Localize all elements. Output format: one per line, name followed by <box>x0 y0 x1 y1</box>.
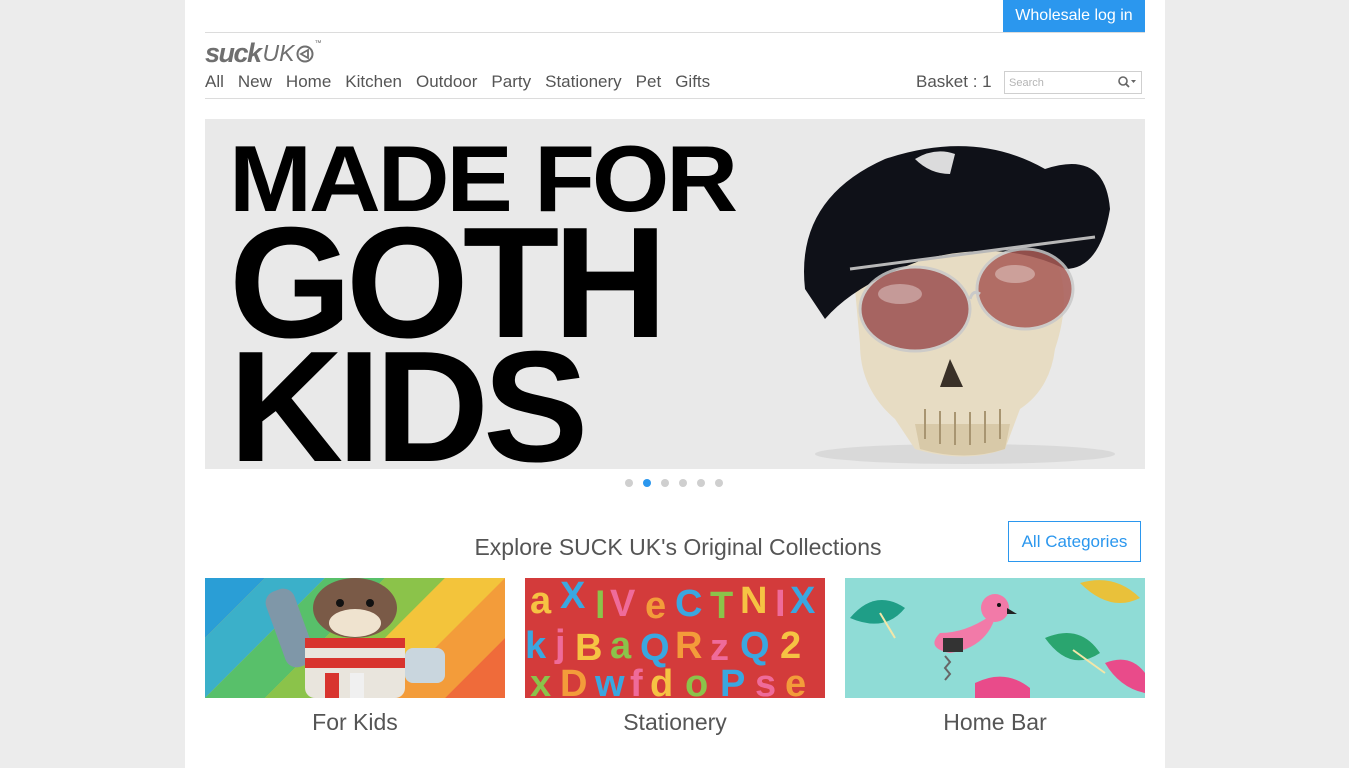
svg-text:2: 2 <box>780 625 801 667</box>
svg-text:V: V <box>610 583 636 625</box>
tile-label: For Kids <box>312 709 398 735</box>
svg-text:N: N <box>740 580 767 622</box>
search-box <box>1004 71 1142 94</box>
header-divider <box>205 32 1145 33</box>
nav-item-outdoor[interactable]: Outdoor <box>416 71 477 93</box>
nav-item-kitchen[interactable]: Kitchen <box>345 71 402 93</box>
carousel-dot-2[interactable] <box>643 479 651 487</box>
home-bar-image <box>845 578 1145 698</box>
carousel-dot-3[interactable] <box>661 479 669 487</box>
svg-text:f: f <box>630 663 643 698</box>
search-input[interactable] <box>1005 72 1123 93</box>
svg-text:a: a <box>610 625 632 667</box>
svg-text:Q: Q <box>740 625 770 667</box>
svg-text:e: e <box>645 585 666 627</box>
logo-suffix: UK <box>262 40 295 66</box>
svg-text:d: d <box>650 663 673 698</box>
nav-item-party[interactable]: Party <box>491 71 531 93</box>
svg-text:l: l <box>595 585 606 627</box>
svg-text:s: s <box>755 663 776 698</box>
svg-text:P: P <box>720 663 745 698</box>
nav-divider <box>205 98 1145 99</box>
svg-text:X: X <box>790 580 816 622</box>
nav-item-new[interactable]: New <box>238 71 272 93</box>
carousel-dots <box>625 479 733 487</box>
nav-item-all[interactable]: All <box>205 71 224 93</box>
collection-tile-for-kids[interactable]: For Kids <box>205 578 505 736</box>
logo-text: suck <box>205 38 262 68</box>
nav-item-gifts[interactable]: Gifts <box>675 71 710 93</box>
collection-tile-home-bar[interactable]: Home Bar <box>845 578 1145 736</box>
page-container: Wholesale log in suck UK ™ All New Home … <box>185 0 1165 768</box>
svg-text:o: o <box>685 663 708 698</box>
carousel-dot-6[interactable] <box>715 479 723 487</box>
site-logo[interactable]: suck UK ™ <box>205 38 322 68</box>
carousel-dot-4[interactable] <box>679 479 687 487</box>
carousel-dot-5[interactable] <box>697 479 705 487</box>
svg-text:I: I <box>775 583 786 625</box>
svg-text:D: D <box>560 663 587 698</box>
svg-text:a: a <box>530 580 552 622</box>
hero-line-1: MADE FOR <box>229 126 738 231</box>
wholesale-login-button[interactable]: Wholesale log in <box>1003 0 1145 32</box>
carousel-dot-1[interactable] <box>625 479 633 487</box>
svg-text:e: e <box>785 663 806 698</box>
svg-text:R: R <box>675 625 702 667</box>
basket-link[interactable]: Basket : 1 <box>916 71 992 93</box>
nav-item-pet[interactable]: Pet <box>636 71 662 93</box>
nav-item-stationery[interactable]: Stationery <box>545 71 622 93</box>
nav-item-home[interactable]: Home <box>286 71 331 93</box>
svg-text:k: k <box>525 625 547 667</box>
tile-label: Stationery <box>623 709 727 735</box>
logo-trademark: ™ <box>314 40 322 47</box>
svg-text:T: T <box>710 585 733 627</box>
hero-banner[interactable]: MADE FOR GOTH KIDS <box>205 119 1145 469</box>
hero-headline: MADE FOR GOTH KIDS <box>229 132 738 470</box>
search-icon[interactable] <box>1117 75 1137 89</box>
svg-text:C: C <box>675 583 702 625</box>
svg-text:X: X <box>560 578 586 617</box>
all-categories-button[interactable]: All Categories <box>1008 521 1141 562</box>
collection-tile-stationery[interactable]: aX lV eC TN IX kj Ba QR zQ 2 xD wf do Ps… <box>525 578 825 736</box>
main-nav: All New Home Kitchen Outdoor Party Stati… <box>205 71 724 93</box>
svg-text:j: j <box>554 623 566 665</box>
svg-text:x: x <box>530 663 551 698</box>
stationery-image: aX lV eC TN IX kj Ba QR zQ 2 xD wf do Ps… <box>525 578 825 698</box>
tile-label: Home Bar <box>943 709 1047 735</box>
skull-with-cap-image <box>804 146 1115 464</box>
logo-mark-icon <box>296 45 313 63</box>
svg-text:w: w <box>594 663 625 698</box>
for-kids-image <box>205 578 505 698</box>
